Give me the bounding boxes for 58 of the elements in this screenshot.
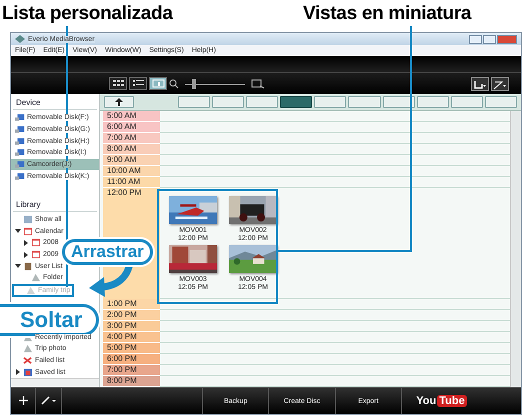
view-mode-button[interactable] xyxy=(149,77,167,90)
expand-icon[interactable] xyxy=(23,252,29,258)
list-view-icon xyxy=(132,79,144,88)
drive-icon xyxy=(15,125,25,134)
drive-icon xyxy=(15,160,25,170)
view-mode-button[interactable] xyxy=(129,77,147,90)
view-range-button[interactable] xyxy=(382,96,415,108)
logo-text: Tube xyxy=(437,395,467,407)
collapse-icon[interactable] xyxy=(15,228,21,234)
callout-label: Lista personalizada xyxy=(2,3,173,25)
time-slot: 5:00 PM xyxy=(103,343,160,354)
list-icon xyxy=(23,368,33,377)
list-icon xyxy=(23,356,33,366)
export-icon xyxy=(473,80,487,90)
drive-icon xyxy=(15,172,25,181)
up-arrow-icon xyxy=(114,98,124,106)
expand-icon[interactable] xyxy=(23,240,29,246)
collapse-icon[interactable] xyxy=(15,263,21,270)
time-slot: 8:00 AM xyxy=(103,144,160,155)
drive-icon xyxy=(15,113,25,122)
time-slot: 5:00 AM xyxy=(103,111,160,122)
youtube-button[interactable]: You Tube xyxy=(400,388,481,414)
time-slot: 6:00 AM xyxy=(103,122,160,133)
expand-icon[interactable] xyxy=(15,369,21,376)
time-slot: 1:00 PM xyxy=(103,299,160,310)
time-slot: 11:00 AM xyxy=(103,177,160,188)
time-slot: 6:00 PM xyxy=(103,354,160,365)
callout-label: Vistas en miniatura xyxy=(303,3,472,25)
plus-icon xyxy=(18,396,28,404)
close-button[interactable] xyxy=(497,34,517,44)
time-slot: 10:00 AM xyxy=(103,166,160,177)
scrollbar[interactable] xyxy=(11,378,99,387)
time-slot: 8:00 PM xyxy=(103,376,160,387)
logo-text: You xyxy=(416,395,436,407)
callout-label: Arrastrar xyxy=(62,239,153,265)
zoom-slider[interactable] xyxy=(185,78,245,90)
minimize-button[interactable] xyxy=(469,34,482,44)
menu-button[interactable] xyxy=(491,76,509,90)
slider-thumb[interactable] xyxy=(192,78,196,88)
app-icon xyxy=(15,35,25,43)
time-slot: 7:00 PM xyxy=(103,365,160,376)
zoom-in-icon xyxy=(251,78,265,88)
time-slot: 3:00 PM xyxy=(103,321,160,332)
view-mode-button[interactable] xyxy=(109,77,127,90)
up-button[interactable] xyxy=(104,96,134,108)
calendar-view-icon xyxy=(152,79,164,88)
time-slot: 7:00 AM xyxy=(103,133,160,144)
menu-button[interactable] xyxy=(471,76,489,90)
drive-icon xyxy=(15,136,25,146)
time-slot: 9:00 AM xyxy=(103,155,160,166)
time-slot: 2:00 PM xyxy=(103,310,160,321)
maximize-button[interactable] xyxy=(483,34,496,44)
drive-icon xyxy=(15,148,25,158)
edit-icon xyxy=(493,80,507,90)
zoom-out-icon xyxy=(169,78,179,88)
grid-view-icon xyxy=(112,79,124,88)
scrollbar[interactable] xyxy=(510,111,521,387)
time-slot: 4:00 PM xyxy=(103,332,160,343)
